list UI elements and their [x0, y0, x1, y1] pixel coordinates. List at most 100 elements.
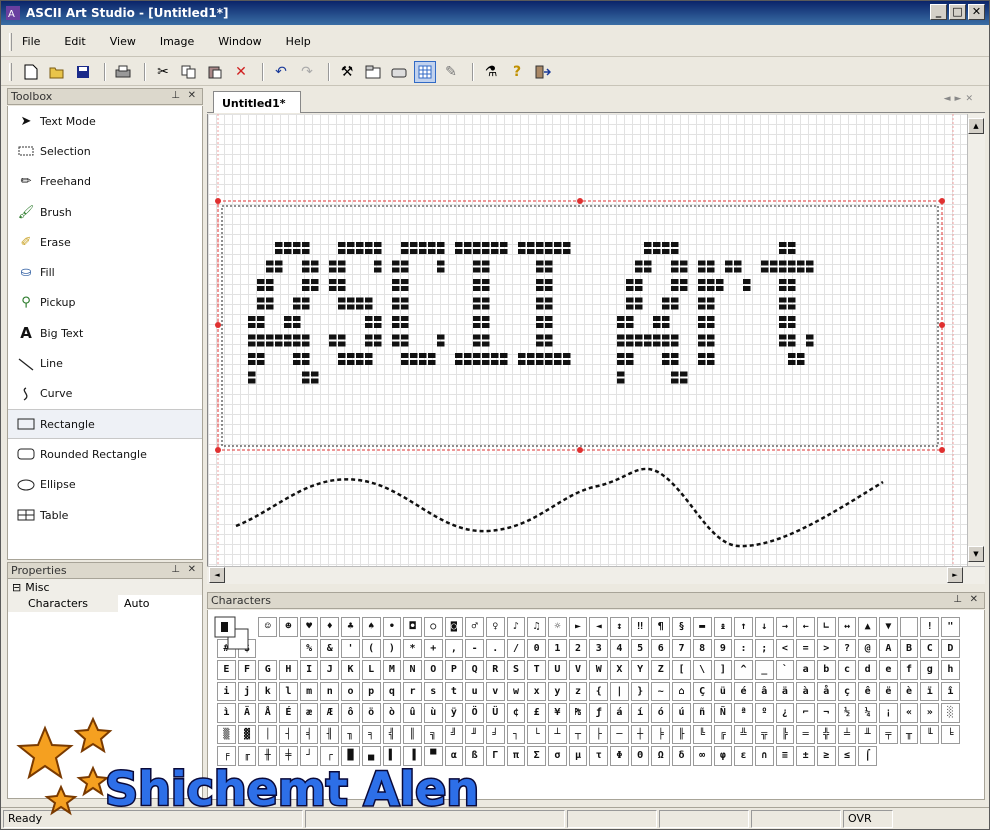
- character-cell[interactable]: ╔: [713, 724, 733, 744]
- character-cell[interactable]: =: [796, 638, 815, 658]
- character-cell[interactable]: Ü: [485, 703, 505, 723]
- character-cell[interactable]: i: [217, 681, 236, 701]
- character-cell[interactable]: ª: [734, 703, 753, 723]
- character-cell[interactable]: ò: [382, 703, 402, 723]
- character-cell[interactable]: .: [485, 638, 505, 658]
- character-cell[interactable]: w: [506, 681, 526, 701]
- character-cell[interactable]: a: [796, 660, 815, 680]
- character-cell[interactable]: é: [734, 681, 753, 701]
- character-cell[interactable]: ▬: [692, 617, 712, 637]
- character-cell[interactable]: π: [506, 746, 526, 766]
- character-cell[interactable]: e: [879, 660, 898, 680]
- property-row[interactable]: Characters Auto: [8, 595, 202, 612]
- character-cell[interactable]: █: [341, 746, 360, 766]
- character-cell[interactable]: H: [279, 660, 298, 680]
- character-cell[interactable]: ⌠: [858, 746, 877, 766]
- properties-icon[interactable]: [362, 61, 384, 83]
- property-value[interactable]: Auto: [118, 597, 150, 610]
- character-cell[interactable]: ░: [941, 703, 960, 723]
- character-cell[interactable]: F: [237, 660, 257, 680]
- save-icon[interactable]: [72, 61, 94, 83]
- print-icon[interactable]: [112, 61, 134, 83]
- tools-icon[interactable]: ⚒: [336, 61, 358, 83]
- character-cell[interactable]: ╜: [465, 724, 484, 744]
- character-cell[interactable]: ë: [879, 681, 898, 701]
- title-bar[interactable]: A ASCII Art Studio - [Untitled1*] _ □ ✕: [1, 1, 989, 25]
- character-cell[interactable]: -: [465, 638, 484, 658]
- character-cell[interactable]: ╢: [320, 724, 340, 744]
- character-cell[interactable]: í: [630, 703, 650, 723]
- character-cell[interactable]: ⌂: [672, 681, 691, 701]
- character-cell[interactable]: ►: [568, 617, 588, 637]
- character-cell[interactable]: ╝: [444, 724, 464, 744]
- help-icon[interactable]: ?: [506, 61, 528, 83]
- character-cell[interactable]: æ: [299, 703, 319, 723]
- character-cell[interactable]: Å: [258, 703, 278, 723]
- scroll-up-icon[interactable]: ▲: [968, 118, 984, 134]
- pin-icon[interactable]: ⊥: [171, 90, 180, 101]
- character-cell[interactable]: ü: [713, 681, 733, 701]
- character-cell[interactable]: @: [858, 638, 877, 658]
- character-cell[interactable]: ù: [423, 703, 443, 723]
- character-cell[interactable]: ┐: [506, 724, 526, 744]
- character-cell[interactable]: ╨: [858, 724, 877, 744]
- character-cell[interactable]: X: [610, 660, 629, 680]
- character-cell[interactable]: Γ: [485, 746, 505, 766]
- collapse-icon[interactable]: ⊟: [12, 581, 21, 594]
- character-cell[interactable]: q: [382, 681, 402, 701]
- character-cell[interactable]: |: [610, 681, 629, 701]
- character-cell[interactable]: }: [630, 681, 650, 701]
- character-cell[interactable]: r: [403, 681, 422, 701]
- vertical-scrollbar[interactable]: ▲ ▼: [967, 114, 985, 566]
- character-cell[interactable]: Z: [651, 660, 671, 680]
- character-cell[interactable]: 2: [568, 638, 588, 658]
- menu-view[interactable]: View: [110, 35, 136, 48]
- character-cell[interactable]: N: [403, 660, 422, 680]
- character-cell[interactable]: 7: [672, 638, 691, 658]
- character-cell[interactable]: ≤: [837, 746, 857, 766]
- character-cell[interactable]: │: [258, 724, 278, 744]
- wand-icon[interactable]: ⚗: [480, 61, 502, 83]
- character-cell[interactable]: Y: [630, 660, 650, 680]
- character-cell[interactable]: └: [527, 724, 546, 744]
- character-cell[interactable]: t: [444, 681, 464, 701]
- character-cell[interactable]: ┼: [630, 724, 650, 744]
- character-cell[interactable]: ↨: [713, 617, 733, 637]
- character-cell[interactable]: K: [341, 660, 360, 680]
- character-cell[interactable]: ─: [610, 724, 629, 744]
- character-cell[interactable]: ▓: [237, 724, 257, 744]
- character-cell[interactable]: ○: [423, 617, 443, 637]
- character-cell[interactable]: G: [258, 660, 278, 680]
- character-cell[interactable]: ▀: [423, 746, 443, 766]
- character-cell[interactable]: D: [941, 638, 960, 658]
- scroll-down-icon[interactable]: ▼: [968, 546, 984, 562]
- character-cell[interactable]: ƒ: [589, 703, 609, 723]
- character-cell[interactable]: B: [899, 638, 919, 658]
- character-cell[interactable]: ≡: [775, 746, 795, 766]
- character-cell[interactable]: ╟: [672, 724, 691, 744]
- character-cell[interactable]: µ: [568, 746, 588, 766]
- character-cell[interactable]: ╘: [941, 724, 960, 744]
- character-cell[interactable]: ê: [858, 681, 877, 701]
- new-icon[interactable]: [20, 61, 42, 83]
- character-cell[interactable]: Æ: [320, 703, 340, 723]
- character-cell[interactable]: δ: [672, 746, 691, 766]
- character-cell[interactable]: %: [299, 638, 319, 658]
- character-cell[interactable]: ⌐: [796, 703, 815, 723]
- tab-untitled1[interactable]: Untitled1*: [213, 91, 301, 113]
- character-cell[interactable]: h: [941, 660, 960, 680]
- menu-edit[interactable]: Edit: [64, 35, 85, 48]
- character-cell[interactable]: Ω: [651, 746, 671, 766]
- character-cell[interactable]: ]: [713, 660, 733, 680]
- character-cell[interactable]: ↓: [754, 617, 774, 637]
- character-cell[interactable]: [: [672, 660, 691, 680]
- character-cell[interactable]: ┬: [568, 724, 588, 744]
- character-cell[interactable]: Ö: [465, 703, 484, 723]
- character-cell[interactable]: á: [610, 703, 629, 723]
- character-cell[interactable]: ▌: [382, 746, 402, 766]
- tool-pickup[interactable]: ⚲ Pickup: [8, 288, 202, 318]
- character-cell[interactable]: ╡: [299, 724, 319, 744]
- character-cell[interactable]: ┴: [548, 724, 567, 744]
- character-cell[interactable]: ¢: [506, 703, 526, 723]
- character-cell[interactable]: ♂: [465, 617, 484, 637]
